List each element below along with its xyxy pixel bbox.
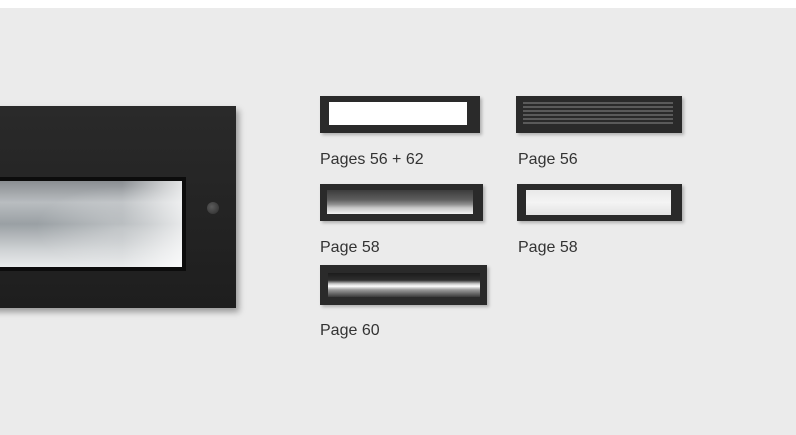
screw-icon: [207, 202, 219, 214]
variant-white-window[interactable]: Pages 56 + 62: [320, 96, 480, 168]
variant-window: [526, 190, 671, 215]
variant-thumbnail: [320, 96, 480, 133]
variant-window: [523, 102, 673, 126]
large-fixture-image: [0, 106, 236, 308]
brand-mark: [157, 158, 183, 166]
variant-lower-light[interactable]: Page 58: [320, 184, 483, 256]
variant-bright-strip[interactable]: Page 60: [320, 265, 487, 339]
variant-frosted[interactable]: Page 58: [517, 184, 682, 256]
variant-window: [328, 273, 480, 297]
variant-thumbnail: [517, 184, 682, 221]
variant-window: [327, 190, 473, 214]
variant-thumbnail: [516, 96, 682, 133]
variant-caption: Page 56: [518, 151, 578, 168]
variant-thumbnail: [320, 265, 487, 305]
variant-louvre[interactable]: Page 56: [516, 96, 682, 168]
variant-caption: Page 58: [320, 239, 380, 256]
variant-caption: Page 58: [518, 239, 578, 256]
variant-caption: Page 60: [320, 322, 380, 339]
fixture-diffuser: [0, 181, 182, 267]
catalog-panel: Pages 56 + 62 Page 56 Page 58 Page 58 Pa…: [0, 8, 796, 435]
fixture-window: [0, 177, 186, 271]
variant-thumbnail: [320, 184, 483, 221]
variant-caption: Pages 56 + 62: [320, 151, 424, 168]
variant-window: [329, 102, 467, 125]
